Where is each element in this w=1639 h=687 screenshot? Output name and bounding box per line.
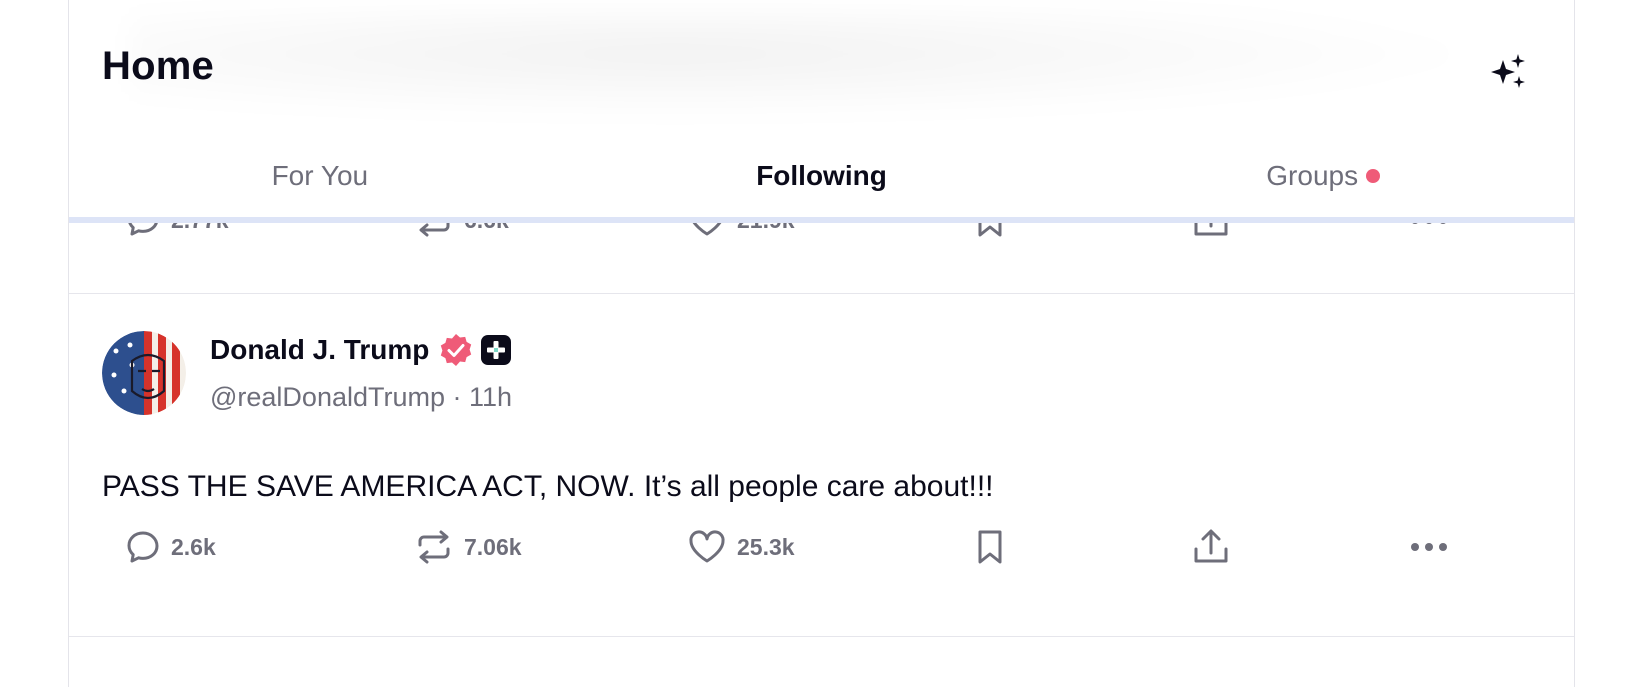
avatar-image <box>102 331 186 415</box>
author-handle[interactable]: @realDonaldTrump <box>210 382 445 412</box>
reply-button[interactable]: 2.6k <box>125 517 216 577</box>
heart-icon <box>689 530 725 563</box>
post-body: PASS THE SAVE AMERICA ACT, NOW. It’s all… <box>102 470 994 503</box>
like-button[interactable]: 25.3k <box>687 517 795 577</box>
tab-following[interactable]: Following <box>571 137 1073 219</box>
tab-for-you[interactable]: For You <box>69 137 571 219</box>
repost-button[interactable]: 7.06k <box>414 517 522 577</box>
tab-groups[interactable]: Groups <box>1072 137 1574 219</box>
tabs-divider <box>69 217 1574 223</box>
post-meta: @realDonaldTrump · 11h <box>210 382 512 413</box>
avatar[interactable] <box>102 331 186 415</box>
plus-badge-icon <box>481 335 511 365</box>
like-count: 25.3k <box>737 533 795 560</box>
feed-tabs: For You Following Groups <box>69 137 1574 219</box>
post-time[interactable]: 11h <box>469 382 512 412</box>
tab-label: For You <box>271 160 369 191</box>
more-options-button[interactable] <box>1409 517 1449 577</box>
bookmark-button[interactable] <box>974 517 1006 577</box>
bookmark-icon <box>978 530 1002 564</box>
more-icon <box>1411 543 1447 551</box>
reply-count: 2.6k <box>171 533 216 560</box>
post: Donald J. Trump @realDonaldTrump · 11h P… <box>69 294 1574 637</box>
reply-icon <box>127 531 159 563</box>
share-icon <box>1194 529 1228 563</box>
verified-badge-icon <box>440 334 472 366</box>
repost-count: 7.06k <box>464 533 522 560</box>
share-button[interactable] <box>1191 517 1231 577</box>
notification-dot <box>1366 169 1381 183</box>
sparkle-icon <box>1491 54 1525 88</box>
feed-column: 2.77k 6.6k 21.9k Home <box>68 0 1575 687</box>
repost-icon <box>418 530 450 564</box>
meta-separator: · <box>452 382 462 412</box>
tab-label: Groups <box>1266 160 1359 191</box>
author-name: Donald J. Trump <box>210 334 430 365</box>
post-actions: 2.6k 7.06k 25.3k <box>69 517 1574 577</box>
tab-label: Following <box>756 160 887 191</box>
ai-sparkle-button[interactable] <box>1489 52 1529 92</box>
page-title: Home <box>102 44 214 88</box>
app-header: Home <box>69 0 1574 138</box>
